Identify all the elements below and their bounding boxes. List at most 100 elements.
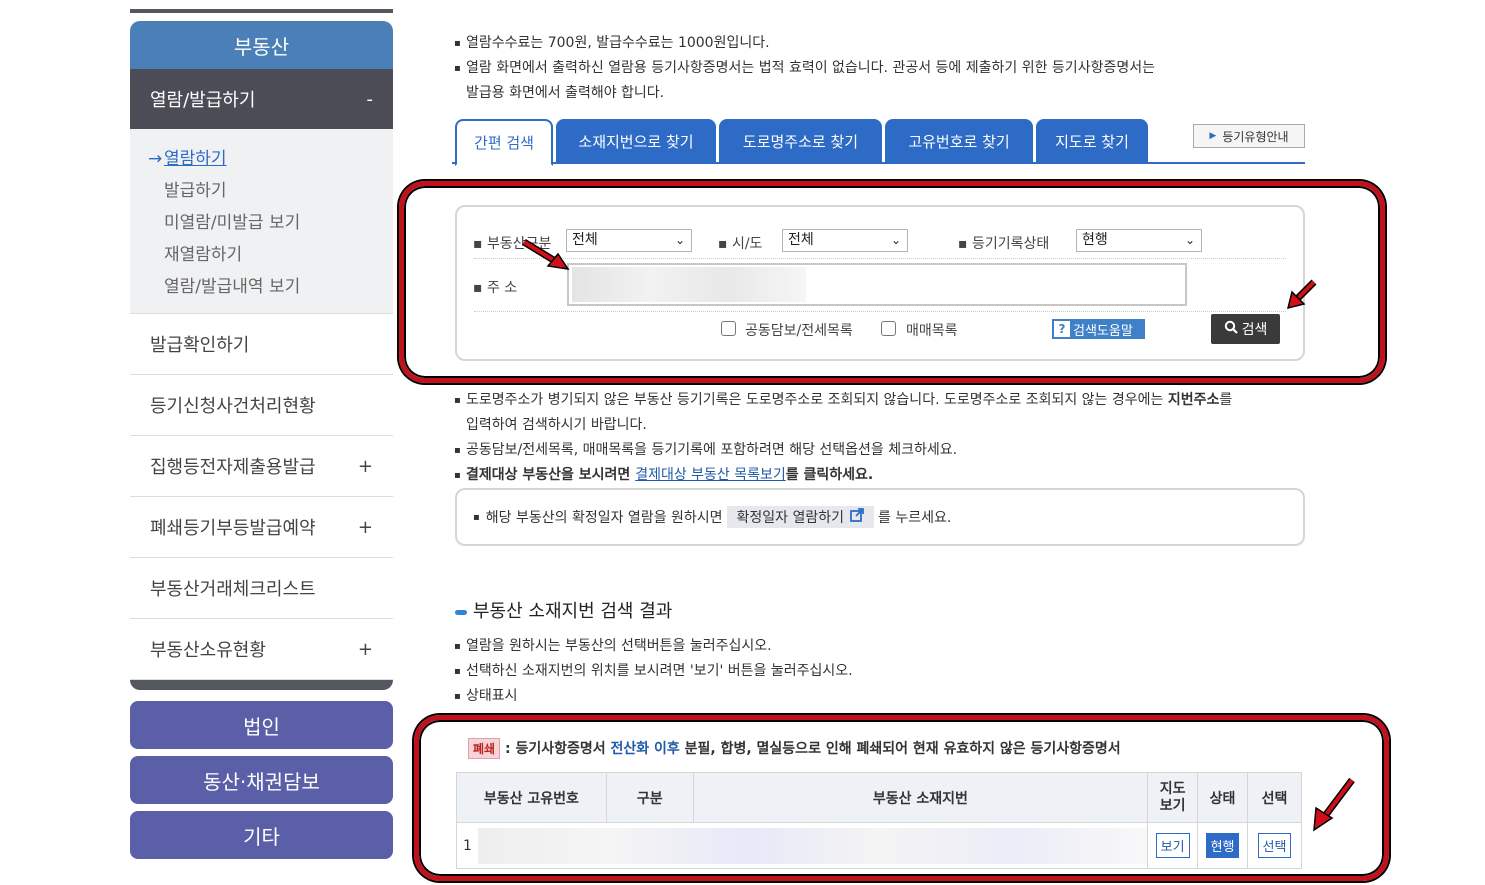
fixed-date-view-button[interactable]: 확정일자 열람하기 (726, 506, 875, 528)
guide-button-label: 등기유형안내 (1222, 129, 1289, 144)
address-label: ▪ 주 소 (473, 280, 518, 296)
results-note-status: 상태표시 (452, 684, 1312, 709)
results-note-view: 선택하신 소재지번의 위치를 보시려면 '보기' 버튼을 눌러주십시오. (452, 659, 1312, 684)
search-button[interactable]: 검색 (1211, 314, 1280, 344)
sidebar-subitem-history[interactable]: 열람/발급내역 보기 (130, 271, 393, 303)
sido-label: ▪ 시/도 (718, 236, 763, 252)
search-tabs: 간편 검색 소재지번으로 찾기 도로명주소로 찾기 고유번호로 찾기 지도로 찾… (452, 119, 1305, 166)
date-note-box: ▪ 해당 부동산의 확정일자 열람을 원하시면 확정일자 열람하기 를 누르세요… (455, 488, 1305, 546)
select-cell: 선택 (1247, 822, 1302, 869)
sidebar-sub-label: 열람/발급하기 (150, 90, 256, 111)
sidebar-sub-view-issue[interactable]: 열람/발급하기 - (130, 69, 393, 129)
sido-select-value: 전체 (788, 232, 814, 248)
status-select-value: 현행 (1082, 232, 1108, 248)
arrow-right-icon: → (148, 149, 163, 169)
mid-notes: 도로명주소가 병기되지 않은 부동산 등기기록은 도로명주소로 조회되지 않습니… (452, 388, 1312, 488)
sidebar-item-label: 집행등전자제출용발급 (150, 457, 316, 478)
address-label-text: 주 소 (486, 280, 518, 296)
status-cell: 현행 (1197, 822, 1248, 869)
col-status: 상태 (1197, 772, 1248, 823)
sidebar-item-checklist[interactable]: 부동산거래체크리스트 (130, 558, 393, 619)
select-button[interactable]: 선택 (1257, 833, 1292, 858)
col-map: 지도 보기 (1147, 772, 1199, 823)
status-badge: 현행 (1205, 833, 1240, 858)
results-table: 부동산 고유번호 구분 부동산 소재지번 지도 보기 상태 선택 1 보기 현행… (455, 772, 1302, 869)
status-label: ▪ 등기기록상태 (958, 236, 1050, 252)
tab-map[interactable]: 지도로 찾기 (1036, 119, 1148, 164)
divider (474, 311, 1286, 312)
collapse-icon[interactable]: - (367, 89, 374, 110)
search-help-button[interactable]: ? 검색도움말 (1052, 319, 1145, 339)
col-unique-number: 부동산 고유번호 (456, 772, 607, 823)
tab-unique-number[interactable]: 고유번호로 찾기 (885, 119, 1033, 164)
sidebar-top-bar (130, 9, 393, 13)
closed-badge: 폐쇄 (468, 738, 501, 759)
col-type: 구분 (605, 772, 694, 823)
sidebar-btn-etc[interactable]: 기타 (130, 811, 393, 859)
sidebar-bottom-bar (130, 680, 393, 690)
tab-road-address[interactable]: 도로명주소로 찾기 (719, 119, 882, 164)
row-index: 1 (463, 837, 472, 854)
status-select[interactable]: 현행 ⌄ (1076, 229, 1202, 252)
red-arrow-icon (1286, 279, 1317, 310)
sidebar-item-label: 부동산소유현황 (150, 640, 266, 661)
type-select[interactable]: 전체 ⌄ (566, 229, 692, 252)
payment-list-link[interactable]: 결제대상 부동산 목록보기 (635, 467, 786, 483)
sidebar-sublist: → 열람하기 발급하기 미열람/미발급 보기 재열람하기 열람/발급내역 보기 (130, 129, 393, 314)
register-type-guide-button[interactable]: ▶ 등기유형안내 (1193, 124, 1305, 148)
sale-list-label: 매매목록 (906, 323, 958, 339)
sidebar-head-realestate[interactable]: 부동산 (130, 21, 393, 69)
sidebar-subitem-label: 열람하기 (164, 149, 227, 169)
note-road-address: 도로명주소가 병기되지 않은 부동산 등기기록은 도로명주소로 조회되지 않습니… (452, 388, 1312, 413)
chevron-down-icon: ⌄ (1184, 233, 1195, 247)
expand-icon[interactable]: + (358, 639, 373, 660)
map-cell: 보기 (1147, 822, 1199, 869)
results-title: 부동산 소재지번 검색 결과 (455, 597, 672, 623)
sido-select[interactable]: 전체 ⌄ (782, 229, 908, 252)
tab-simple-search[interactable]: 간편 검색 (455, 119, 553, 166)
col-select: 선택 (1247, 772, 1302, 823)
sidebar-subitem-unviewed[interactable]: 미열람/미발급 보기 (130, 207, 393, 239)
sidebar-item-label: 발급확인하기 (150, 335, 250, 356)
joint-collateral-checkbox[interactable] (721, 321, 736, 336)
note-fee: 열람수수료는 700원, 발급수수료는 1000원입니다. (452, 31, 1312, 56)
sidebar-item-issue-confirm[interactable]: 발급확인하기 (130, 314, 393, 375)
note-legal: 열람 화면에서 출력하신 열람용 등기사항증명서는 법적 효력이 없습니다. 관… (452, 56, 1312, 81)
results-note-select: 열람을 원하시는 부동산의 선택버튼을 눌러주십시오. (452, 634, 1312, 659)
red-arrow-icon (522, 239, 570, 270)
sale-list-checkbox[interactable] (881, 321, 896, 336)
tab-lot-number[interactable]: 소재지번으로 찾기 (556, 119, 716, 164)
search-help-label: 검색도움말 (1073, 323, 1133, 339)
expand-icon[interactable]: + (358, 517, 373, 538)
map-view-button[interactable]: 보기 (1155, 833, 1190, 858)
sidebar-btn-corporation[interactable]: 법인 (130, 701, 393, 749)
row-redacted-content (477, 827, 1148, 864)
title-bar-icon (455, 609, 467, 615)
question-icon: ? (1054, 321, 1070, 337)
chevron-down-icon: ⌄ (890, 233, 901, 247)
note-payment: 결제대상 부동산을 보시려면 결제대상 부동산 목록보기를 클릭하세요. (452, 463, 1312, 488)
sidebar-item-case-status[interactable]: 등기신청사건처리현황 (130, 375, 393, 436)
sidebar-item-label: 폐쇄등기부등발급예약 (150, 518, 316, 539)
sidebar-item-label: 등기신청사건처리현황 (150, 396, 316, 417)
note-road-address-cont: 입력하여 검색하시기 바랍니다. (466, 417, 647, 433)
sidebar-subitem-review[interactable]: 재열람하기 (130, 239, 393, 271)
sidebar-subitem-view[interactable]: → 열람하기 (130, 143, 393, 175)
red-arrow-icon (1313, 777, 1355, 832)
expand-icon[interactable]: + (358, 456, 373, 477)
triangle-right-icon: ▶ (1209, 131, 1217, 141)
external-link-icon (850, 508, 864, 526)
legend-closed: 폐쇄 : 등기사항증명서 전산화 이후 분필, 합병, 멸실등으로 인해 폐쇄되… (468, 738, 1121, 759)
sidebar-item-e-submit[interactable]: 집행등전자제출용발급 + (130, 436, 393, 497)
joint-collateral-label: 공동담보/전세목록 (745, 323, 853, 339)
results-notes: 열람을 원하시는 부동산의 선택버튼을 눌러주십시오. 선택하신 소재지번의 위… (452, 634, 1312, 709)
sidebar-subitem-issue[interactable]: 발급하기 (130, 175, 393, 207)
search-icon (1224, 320, 1238, 338)
sidebar-item-ownership[interactable]: 부동산소유현황 + (130, 619, 393, 680)
sidebar-item-closed-reserve[interactable]: 폐쇄등기부등발급예약 + (130, 497, 393, 558)
sidebar-btn-movable[interactable]: 동산·채권담보 (130, 756, 393, 804)
search-button-label: 검색 (1241, 322, 1268, 338)
divider (474, 258, 1286, 259)
chevron-down-icon: ⌄ (674, 233, 685, 247)
note-legal-cont: 발급용 화면에서 출력해야 합니다. (466, 85, 665, 101)
